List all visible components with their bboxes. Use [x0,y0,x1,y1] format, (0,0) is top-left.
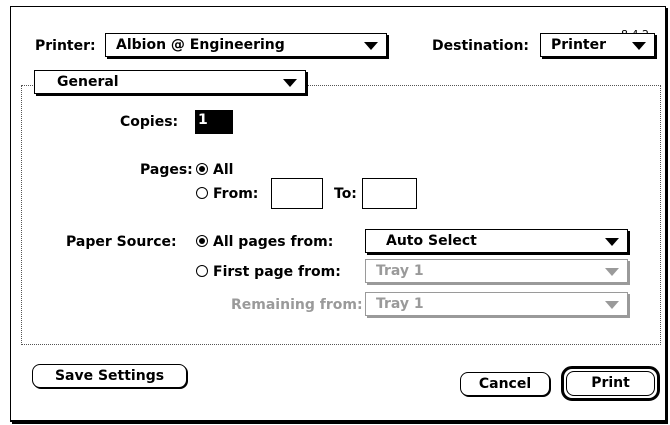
chevron-down-icon [605,238,619,246]
paper-first-page-radio[interactable] [196,265,208,277]
chevron-down-icon [605,268,619,276]
destination-label: Destination: [432,38,530,54]
copies-field[interactable]: 1 [195,110,233,134]
destination-popup-value: Printer [551,37,607,53]
pages-from-radio[interactable] [196,187,208,199]
printer-label: Printer: [35,38,96,54]
copies-value: 1 [198,112,208,128]
paper-remaining-popup[interactable]: Tray 1 [365,292,628,316]
radio-selected-dot [199,238,205,244]
copies-label: Copies: [120,114,179,130]
pages-from-label[interactable]: From: [213,186,258,202]
pages-from-field[interactable] [271,178,323,209]
radio-selected-dot [199,166,205,172]
destination-popup[interactable]: Printer [540,33,655,57]
chevron-down-icon [364,42,378,50]
pages-to-field[interactable] [362,178,417,209]
paper-first-page-label[interactable]: First page from: [213,264,341,280]
printer-popup[interactable]: Albion @ Engineering [105,33,387,57]
pages-all-radio[interactable] [196,163,208,175]
paper-remaining-value: Tray 1 [376,296,424,312]
paper-first-page-value: Tray 1 [376,263,424,279]
paper-source-label: Paper Source: [66,234,177,250]
paper-all-pages-label[interactable]: All pages from: [213,234,333,250]
save-settings-label: Save Settings [54,368,165,384]
paper-first-page-popup[interactable]: Tray 1 [365,259,628,283]
cancel-button[interactable]: Cancel [460,372,550,396]
chevron-down-icon [283,79,297,87]
printer-popup-value: Albion @ Engineering [116,37,285,53]
pages-all-label[interactable]: All [213,162,233,178]
save-settings-button[interactable]: Save Settings [32,364,187,388]
cancel-label: Cancel [478,376,532,392]
paper-all-pages-radio[interactable] [196,235,208,247]
section-popup-value: General [57,74,119,90]
pages-to-label: To: [334,186,357,202]
dialog-shadow-bottom [12,422,668,424]
print-label: Print [591,375,630,391]
paper-all-pages-popup[interactable]: Auto Select [365,229,628,253]
section-popup[interactable]: General [34,70,306,94]
pages-label: Pages: [140,162,193,178]
print-button[interactable]: Print [566,371,655,396]
paper-all-pages-value: Auto Select [386,233,477,249]
chevron-down-icon [632,42,646,50]
paper-remaining-label: Remaining from: [231,297,363,313]
dialog-shadow-right [666,8,668,424]
chevron-down-icon [605,301,619,309]
